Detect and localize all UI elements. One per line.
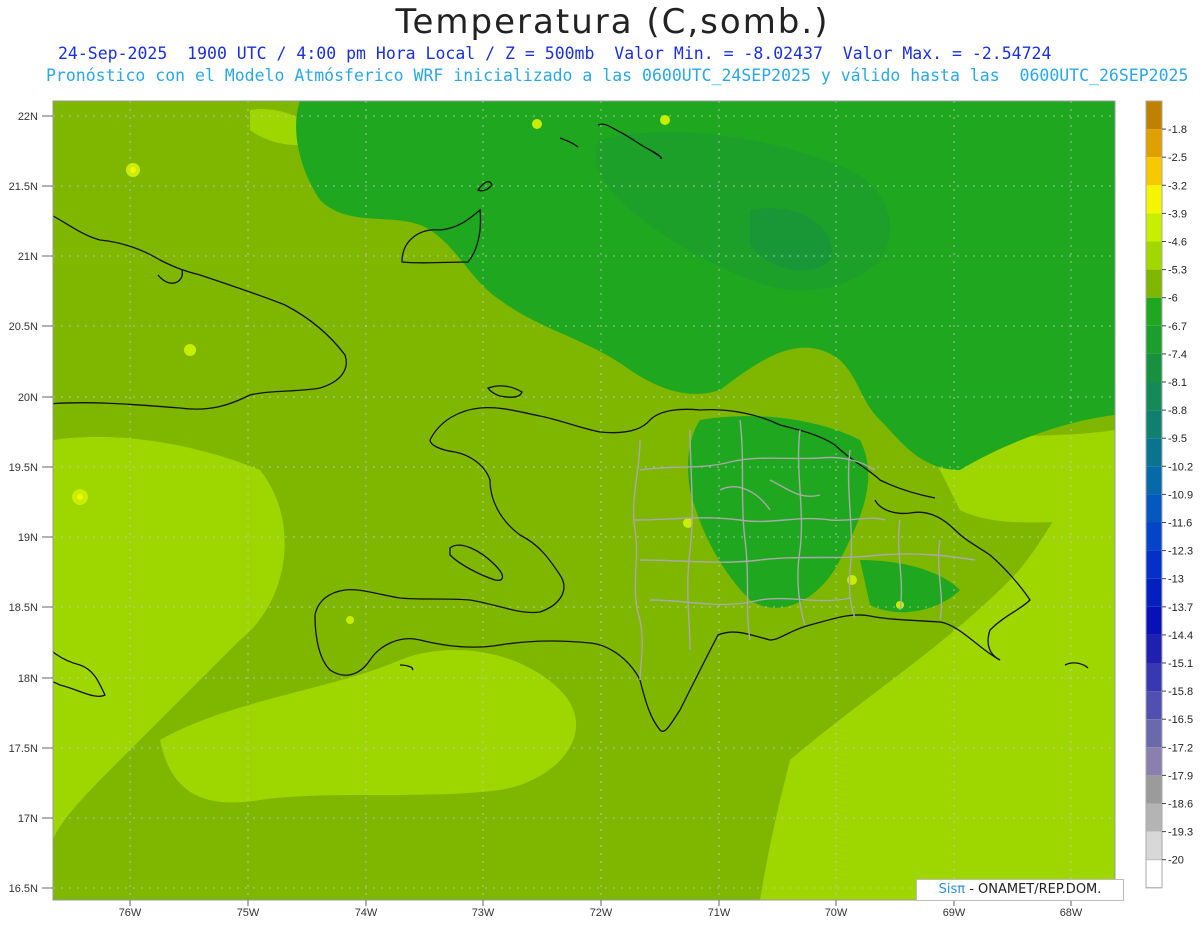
lon-label: 70W xyxy=(825,907,848,919)
legend-label: -8.1 xyxy=(1168,377,1187,389)
lon-label: 73W xyxy=(472,907,495,919)
latitude-axis: 22N 21.5N 21N 20.5N 20N 19.5N 19N 18.5N … xyxy=(9,111,38,895)
credit-text: - ONAMET/REP.DOM. xyxy=(969,882,1102,897)
legend-label: -1.8 xyxy=(1168,124,1187,136)
legend-label: -13.7 xyxy=(1168,602,1193,614)
legend-label: -3.9 xyxy=(1168,208,1187,220)
legend-swatch xyxy=(1146,101,1162,130)
legend-label: -2.5 xyxy=(1168,152,1187,164)
lat-label: 17.5N xyxy=(9,743,38,755)
legend-swatch xyxy=(1146,325,1162,354)
legend-label: -19.3 xyxy=(1168,827,1193,839)
lon-label: 75W xyxy=(237,907,260,919)
legend-swatch xyxy=(1146,241,1162,270)
legend-label: -12.3 xyxy=(1168,546,1193,558)
legend-label: -17.2 xyxy=(1168,742,1193,754)
legend-label: -20 xyxy=(1168,855,1184,867)
legend-label: -13 xyxy=(1168,574,1184,586)
legend-label: -8.8 xyxy=(1168,405,1187,417)
legend-label: -11.6 xyxy=(1168,518,1192,530)
legend-swatch xyxy=(1146,719,1162,748)
lat-label: 22N xyxy=(18,111,38,123)
legend-swatch xyxy=(1146,494,1162,523)
legend-label: -18.6 xyxy=(1168,799,1193,811)
legend-swatch xyxy=(1146,297,1162,326)
latitude-ticks xyxy=(42,115,53,889)
legend-swatch xyxy=(1146,775,1162,804)
legend-swatch xyxy=(1146,382,1162,411)
lat-label: 18.5N xyxy=(9,602,38,614)
legend-label: -15.1 xyxy=(1168,658,1193,670)
lat-label: 19.5N xyxy=(9,462,38,474)
temperature-map: 22N 21.5N 21N 20.5N 20N 19.5N 19N 18.5N … xyxy=(9,100,1193,919)
legend-swatch xyxy=(1146,438,1162,467)
legend-label: -3.2 xyxy=(1168,180,1187,192)
legend-swatch xyxy=(1146,269,1162,298)
legend-swatch xyxy=(1146,663,1162,692)
lat-label: 21.5N xyxy=(9,181,38,193)
legend-label: -10.2 xyxy=(1168,461,1193,473)
legend-swatch xyxy=(1146,129,1162,158)
legend-label: -7.4 xyxy=(1168,349,1187,361)
legend-label: -5.3 xyxy=(1168,265,1187,277)
legend-swatch xyxy=(1146,550,1162,579)
legend-swatch xyxy=(1146,691,1162,720)
legend-swatch xyxy=(1146,353,1162,382)
legend-swatch xyxy=(1146,410,1162,439)
legend-swatch xyxy=(1146,157,1162,186)
legend-label: -17.9 xyxy=(1168,770,1193,782)
legend-swatch xyxy=(1146,578,1162,607)
legend-label: -6.7 xyxy=(1168,321,1187,333)
legend-swatch xyxy=(1146,747,1162,776)
legend-swatch xyxy=(1146,831,1162,860)
credit-sis: Sisπ xyxy=(938,882,966,897)
legend-label: -16.5 xyxy=(1168,714,1193,726)
legend-swatch xyxy=(1146,606,1162,635)
legend-label: -6 xyxy=(1168,293,1178,305)
color-legend: -1.8 -2.5 -3.2 -3.9 -4.6 -5.3 -6 -6.7 -7.4 -8.1 -8… xyxy=(1145,100,1193,889)
lat-label: 21N xyxy=(18,251,38,263)
credit-box: Sisπ - ONAMET/REP.DOM. xyxy=(916,879,1124,901)
legend-swatch xyxy=(1145,859,1163,889)
legend-label: -9.5 xyxy=(1168,433,1187,445)
legend-label: -14.4 xyxy=(1168,630,1193,642)
temperature-field xyxy=(53,101,1115,900)
lat-label: 18N xyxy=(18,673,38,685)
legend-swatch xyxy=(1146,522,1162,551)
lat-label: 16.5N xyxy=(9,883,38,895)
lat-label: 19N xyxy=(18,532,38,544)
lon-label: 72W xyxy=(590,907,613,919)
legend-label: -4.6 xyxy=(1168,237,1187,249)
legend-swatch xyxy=(1146,634,1162,663)
longitude-axis: 76W 75W 74W 73W 72W 71W 70W 69W 68W xyxy=(119,907,1083,919)
legend-swatch xyxy=(1146,803,1162,832)
legend-swatch xyxy=(1146,466,1162,495)
lon-label: 71W xyxy=(708,907,731,919)
legend-label: -15.8 xyxy=(1168,686,1193,698)
legend-swatch xyxy=(1146,185,1162,214)
legend-swatch xyxy=(1146,213,1162,242)
lon-label: 74W xyxy=(355,907,378,919)
lat-label: 20.5N xyxy=(9,321,38,333)
lon-label: 68W xyxy=(1060,907,1083,919)
lon-label: 76W xyxy=(119,907,142,919)
lat-label: 17N xyxy=(18,813,38,825)
lat-label: 20N xyxy=(18,392,38,404)
lon-label: 69W xyxy=(943,907,966,919)
legend-label: -10.9 xyxy=(1168,489,1193,501)
